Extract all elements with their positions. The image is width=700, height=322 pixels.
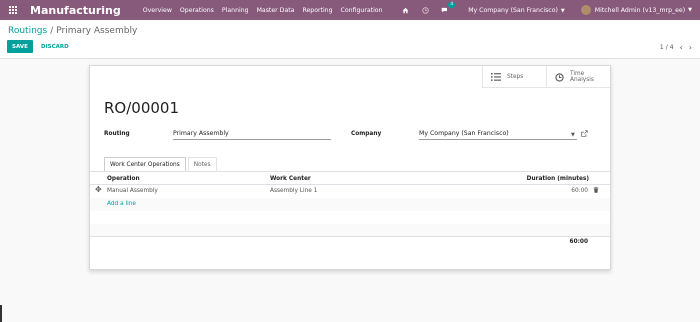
table-header: Operation Work Center Duration (minutes) — [90, 173, 610, 185]
pager-value: 1 / 4 — [659, 44, 674, 51]
company-name: My Company (San Francisco) — [468, 6, 558, 14]
tab-divider — [90, 171, 610, 172]
menu-configuration[interactable]: Configuration — [341, 7, 383, 14]
top-navbar: Manufacturing Overview Operations Planni… — [0, 0, 700, 20]
activity-clock-icon[interactable] — [420, 5, 430, 15]
column-duration[interactable]: Duration (minutes) — [527, 176, 589, 182]
steps-label: Steps — [507, 73, 524, 80]
discard-button[interactable]: DISCARD — [38, 40, 72, 53]
tab-work-center-operations[interactable]: Work Center Operations — [104, 157, 186, 171]
table-row-empty — [90, 211, 610, 224]
time-analysis-smart-button[interactable]: Time Analysis — [546, 66, 610, 88]
form-sheet: Steps Time Analysis RO/00001 Routing Pri… — [89, 65, 611, 270]
app-menu-grid-icon[interactable] — [0, 0, 26, 20]
steps-smart-button[interactable]: Steps — [482, 66, 546, 88]
main-menu: Overview Operations Planning Master Data… — [143, 7, 383, 14]
list-icon — [491, 73, 501, 81]
chevron-down-icon: ▼ — [560, 7, 565, 14]
chat-icon[interactable]: 4 — [440, 2, 456, 15]
chevron-left-icon[interactable]: ‹ — [680, 43, 683, 52]
chat-badge: 4 — [448, 2, 456, 8]
menu-reporting[interactable]: Reporting — [302, 7, 332, 14]
routing-name-input[interactable]: Primary Assembly — [173, 130, 331, 140]
chevron-down-icon[interactable]: ▼ — [571, 132, 575, 138]
save-button[interactable]: SAVE — [7, 40, 33, 53]
menu-overview[interactable]: Overview — [143, 7, 172, 14]
pager: 1 / 4 ‹ › — [660, 43, 692, 52]
row-duration: 60:00 — [571, 188, 588, 194]
record-title: RO/00001 — [104, 99, 179, 117]
menu-planning[interactable]: Planning — [222, 7, 249, 14]
breadcrumb-routings[interactable]: Routings — [8, 26, 47, 36]
column-operation[interactable]: Operation — [107, 176, 140, 182]
clock-icon — [555, 72, 564, 82]
smart-button-box: Steps Time Analysis — [482, 66, 610, 88]
external-link-icon[interactable] — [581, 130, 588, 139]
trash-icon[interactable] — [593, 187, 599, 193]
company-switcher[interactable]: My Company (San Francisco) ▼ — [468, 7, 565, 14]
add-line-link[interactable]: Add a line — [107, 201, 136, 207]
menu-operations[interactable]: Operations — [180, 7, 214, 14]
breadcrumb-current: Primary Assembly — [56, 26, 138, 36]
row-operation: Manual Assembly — [107, 188, 158, 194]
table-footer-divider — [90, 236, 610, 237]
routing-label: Routing — [104, 131, 130, 137]
chevron-right-icon[interactable]: › — [689, 43, 692, 52]
user-menu[interactable]: Mitchell Admin (v13_mrp_ee) ▼ — [580, 5, 692, 15]
app-brand[interactable]: Manufacturing — [30, 4, 121, 17]
table-row[interactable]: ✥ Manual Assembly Assembly Line 1 60:00 — [90, 185, 610, 198]
menu-master-data[interactable]: Master Data — [257, 7, 295, 14]
tab-notes[interactable]: Notes — [187, 157, 217, 171]
breadcrumb: Routings / Primary Assembly — [8, 26, 137, 36]
home-icon[interactable] — [400, 5, 410, 15]
avatar — [580, 5, 591, 15]
company-select[interactable]: My Company (San Francisco) — [419, 130, 577, 140]
company-label: Company — [351, 131, 382, 137]
column-work-center[interactable]: Work Center — [270, 176, 311, 182]
window-edge — [0, 305, 2, 322]
user-name: Mitchell Admin (v13_mrp_ee) — [594, 6, 686, 14]
notebook-tabs: Work Center Operations Notes — [104, 157, 217, 171]
control-panel: Routings / Primary Assembly SAVE DISCARD 1… — [0, 20, 700, 59]
table-row-empty — [90, 198, 610, 211]
drag-handle-icon[interactable]: ✥ — [95, 185, 102, 194]
duration-total: 60:00 — [569, 239, 588, 245]
row-work-center: Assembly Line 1 — [270, 188, 318, 194]
chevron-down-icon: ▼ — [688, 7, 692, 13]
time-analysis-label-line2: Analysis — [570, 77, 594, 83]
breadcrumb-separator: / — [50, 26, 54, 36]
